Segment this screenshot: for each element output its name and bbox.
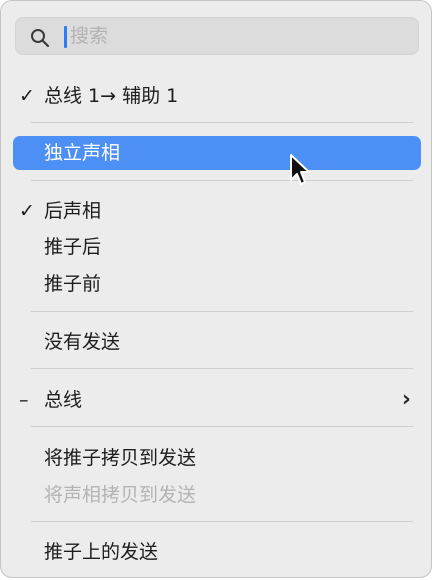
menu-item-label: 推子前 — [44, 273, 102, 295]
menu-item-post-fader[interactable]: 推子后 — [1, 230, 431, 264]
separator — [31, 122, 413, 123]
menu-item-label: 推子上的发送 — [44, 541, 159, 563]
search-icon — [31, 29, 50, 48]
search-input[interactable] — [70, 19, 400, 53]
menu-item-routing[interactable]: ✓ 总线 1→ 辅助 1 — [1, 79, 431, 113]
menu-item-label: 独立声相 — [44, 142, 121, 164]
menu-item-label: 没有发送 — [44, 331, 121, 353]
menu-item-label: 将声相拷贝到发送 — [44, 484, 197, 506]
menu-item-label: 将推子拷贝到发送 — [44, 447, 197, 469]
menu-item-no-send[interactable]: 没有发送 — [1, 325, 431, 359]
menu-item-sends-on-faders[interactable]: 推子上的发送 — [1, 535, 431, 569]
separator — [31, 521, 413, 522]
separator — [31, 426, 413, 427]
menu-item-independent-pan[interactable]: 独立声相 — [13, 136, 421, 170]
menu-item-label: 总线 1→ 辅助 1 — [44, 85, 179, 107]
separator — [31, 180, 413, 181]
text-caret — [64, 26, 67, 48]
menu-item-post-pan[interactable]: ✓ 后声相 — [1, 194, 431, 228]
checkmark-icon: ✓ — [19, 200, 35, 222]
checkmark-icon: ✓ — [19, 85, 35, 107]
dash-icon: – — [19, 389, 29, 411]
menu-item-copy-fader-to-send[interactable]: 将推子拷贝到发送 — [1, 441, 431, 475]
chevron-right-icon: › — [401, 387, 411, 412]
menu-item-bus[interactable]: – 总线 › — [1, 383, 431, 417]
menu-item-label: 总线 — [44, 389, 83, 411]
context-menu: ✓ 总线 1→ 辅助 1 独立声相 ✓ 后声相 推子后 推子前 没有发送 – 总… — [0, 0, 432, 578]
search-field[interactable] — [15, 17, 419, 55]
menu-item-label: 后声相 — [44, 200, 102, 222]
separator — [31, 368, 413, 369]
separator — [31, 311, 413, 312]
mouse-pointer-icon — [290, 154, 310, 185]
menu-item-pre-fader[interactable]: 推子前 — [1, 267, 431, 301]
menu-item-copy-pan-to-send: 将声相拷贝到发送 — [1, 478, 431, 512]
menu-item-label: 推子后 — [44, 236, 102, 258]
